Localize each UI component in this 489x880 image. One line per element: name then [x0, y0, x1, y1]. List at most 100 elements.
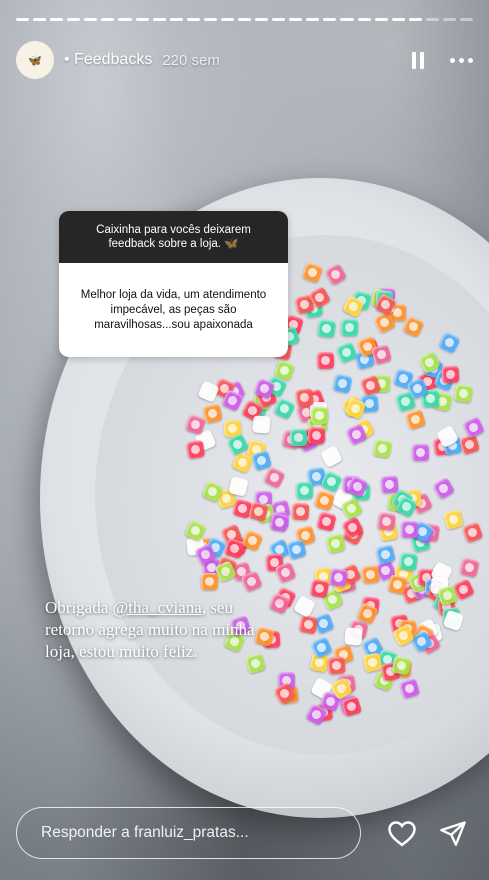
progress-segment	[186, 18, 200, 21]
bead	[453, 383, 474, 404]
bead	[332, 373, 353, 394]
bead	[307, 426, 326, 445]
bead	[325, 533, 346, 554]
reply-input[interactable]: Responder a franluiz_pratas...	[16, 807, 361, 859]
bead	[400, 520, 419, 539]
bead	[323, 262, 348, 287]
bead	[327, 656, 346, 675]
progress-segment	[306, 18, 320, 21]
progress-segment	[16, 18, 30, 21]
story-footer: Responder a franluiz_pratas...	[16, 806, 473, 860]
progress-segment	[67, 18, 81, 21]
beads-image	[0, 0, 489, 880]
bead	[361, 565, 380, 584]
bead	[269, 512, 290, 533]
bead	[391, 655, 412, 676]
mention-link[interactable]: @tha_cviana	[113, 598, 202, 617]
progress-segment	[135, 18, 149, 21]
bead	[309, 578, 330, 599]
bead	[371, 344, 392, 365]
pause-icon[interactable]	[412, 51, 424, 69]
progress-segment	[33, 18, 47, 21]
progress-segment	[391, 18, 405, 21]
progress-segment	[340, 18, 354, 21]
bead	[340, 695, 363, 718]
bead	[404, 408, 427, 431]
heart-icon[interactable]	[387, 819, 417, 847]
bead	[313, 489, 336, 512]
progress-segment	[323, 18, 337, 21]
progress-segment	[203, 18, 217, 21]
question-prompt: Caixinha para vocês deixarem feedback so…	[59, 211, 288, 263]
progress-segment	[84, 18, 98, 21]
bead	[438, 331, 461, 354]
bead	[292, 594, 317, 619]
bead	[462, 416, 485, 439]
account-name[interactable]: • Feedbacks	[64, 51, 152, 69]
bead	[320, 445, 343, 468]
bead	[335, 341, 358, 364]
bead	[201, 573, 218, 590]
bead	[362, 652, 383, 673]
bead	[298, 614, 319, 635]
avatar[interactable]: 🦋	[16, 41, 54, 79]
bead	[202, 403, 223, 424]
bead	[402, 315, 425, 338]
progress-segment	[460, 18, 474, 21]
progress-segment	[50, 18, 64, 21]
bead	[263, 466, 286, 489]
bead	[380, 475, 399, 494]
progress-segment	[289, 18, 303, 21]
more-options-icon[interactable]	[450, 57, 473, 63]
bead	[441, 365, 460, 384]
bead	[223, 537, 246, 560]
progress-segment	[408, 18, 422, 21]
story-progress-bar	[16, 18, 474, 21]
progress-segment	[238, 18, 252, 21]
progress-segment	[101, 18, 115, 21]
bead	[443, 509, 464, 530]
bead	[375, 544, 396, 565]
bead	[328, 567, 349, 588]
progress-segment	[118, 18, 132, 21]
bead	[185, 439, 206, 460]
progress-segment	[442, 18, 457, 21]
caption-text-start: Obrigada	[45, 598, 113, 617]
bead	[295, 481, 314, 500]
progress-segment	[220, 18, 235, 21]
bead	[289, 428, 308, 447]
bead	[344, 627, 363, 646]
progress-segment	[255, 18, 269, 21]
progress-segment	[425, 18, 439, 21]
bead	[310, 406, 329, 425]
bead	[376, 511, 397, 532]
progress-segment	[272, 18, 286, 21]
bead	[399, 552, 418, 571]
bead	[431, 476, 456, 501]
progress-segment	[374, 18, 388, 21]
bead	[459, 557, 480, 578]
story-viewer[interactable]: 🦋 • Feedbacks 220 sem Caixinha para você…	[0, 0, 489, 880]
bead	[442, 609, 465, 632]
bead	[228, 476, 249, 497]
question-answer: Melhor loja da vida, um atendimento impe…	[59, 263, 288, 357]
progress-segment	[357, 18, 371, 21]
bead	[372, 438, 393, 459]
bead	[316, 511, 337, 532]
bead	[317, 319, 336, 338]
progress-segment	[152, 18, 166, 21]
send-icon[interactable]	[439, 819, 467, 847]
timestamp: 220 sem	[162, 51, 220, 69]
bead	[398, 677, 421, 700]
bead	[461, 521, 484, 544]
story-header: 🦋 • Feedbacks 220 sem	[16, 40, 473, 80]
bead	[340, 318, 359, 337]
bead	[294, 387, 315, 408]
bead	[301, 261, 324, 284]
bead	[316, 351, 335, 370]
bead	[411, 443, 430, 462]
bead	[252, 415, 271, 434]
bead	[291, 502, 310, 521]
question-sticker: Caixinha para vocês deixarem feedback so…	[59, 211, 288, 357]
progress-segment	[169, 18, 183, 21]
